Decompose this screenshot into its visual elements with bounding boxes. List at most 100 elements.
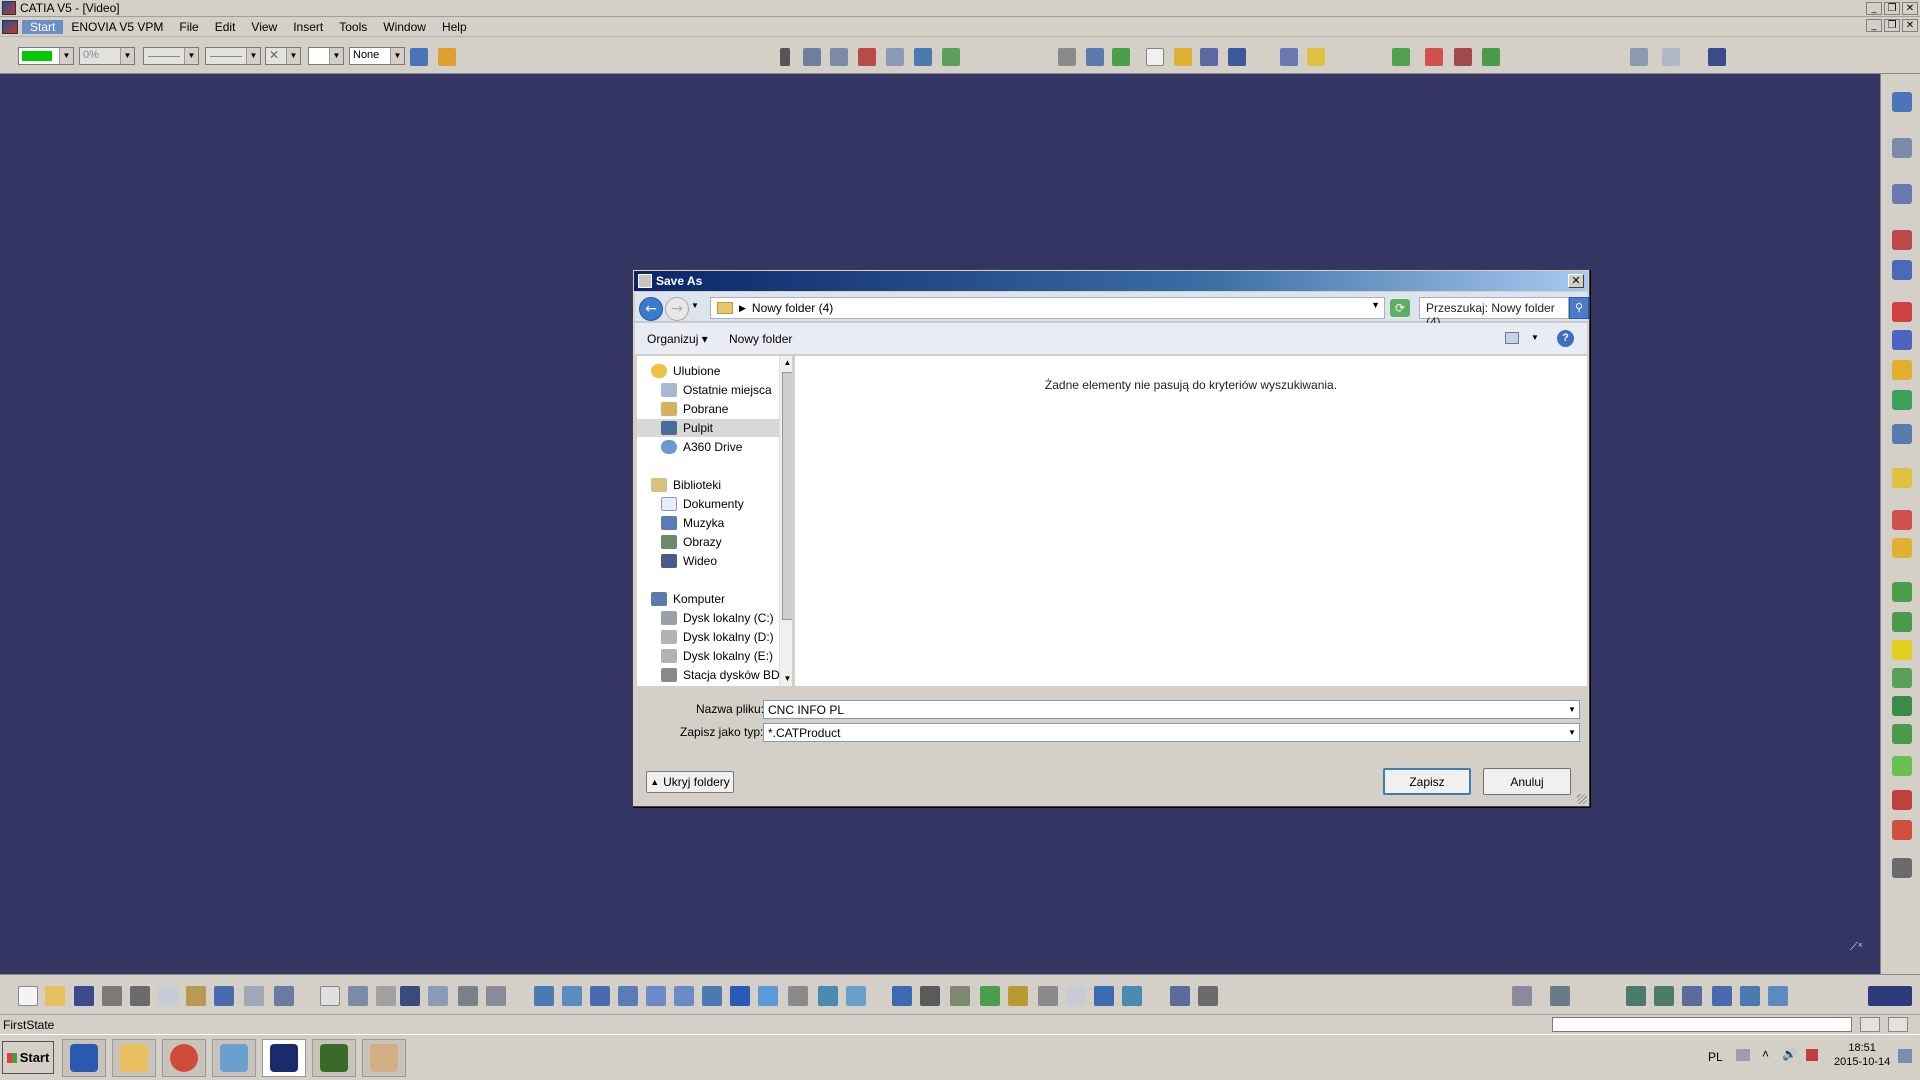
fit-all-icon[interactable] xyxy=(562,986,582,1006)
design-table-icon[interactable] xyxy=(486,986,506,1006)
quick-constraint-icon[interactable] xyxy=(1892,510,1912,530)
linetype-combo[interactable]: ▼ xyxy=(143,47,199,65)
nav-scrollbar[interactable]: ▲ ▼ xyxy=(779,356,792,686)
isometric-view-icon[interactable] xyxy=(758,986,778,1006)
apply-material-icon[interactable] xyxy=(1066,986,1086,1006)
measure-between-icon[interactable] xyxy=(1008,986,1028,1006)
nav-desktop[interactable]: Pulpit xyxy=(637,419,779,437)
publish-icon[interactable] xyxy=(1708,48,1726,66)
menu-window[interactable]: Window xyxy=(375,20,434,34)
flexible-icon[interactable] xyxy=(1892,538,1912,558)
manipulation-icon[interactable] xyxy=(1550,986,1570,1006)
annotation-icon[interactable] xyxy=(1740,986,1760,1006)
offset-icon[interactable] xyxy=(1892,360,1912,380)
view-front-icon[interactable] xyxy=(1626,986,1646,1006)
thickness-combo[interactable]: ▼ xyxy=(205,47,261,65)
grid-icon[interactable] xyxy=(920,986,940,1006)
doc-minimize-button[interactable]: _ xyxy=(1866,19,1882,32)
text-icon[interactable] xyxy=(1892,724,1912,744)
new-folder-button[interactable]: Nowy folder xyxy=(729,332,792,346)
address-bar[interactable]: ▶ Nowy folder (4) ▼ xyxy=(710,297,1385,319)
rotate-icon[interactable] xyxy=(618,986,638,1006)
nav-computer[interactable]: Komputer xyxy=(651,590,725,608)
view-icon[interactable] xyxy=(1892,696,1912,716)
action-center-icon[interactable] xyxy=(1806,1049,1818,1061)
menu-insert[interactable]: Insert xyxy=(285,20,331,34)
product-icon[interactable] xyxy=(858,48,876,66)
flag-note-icon[interactable] xyxy=(1892,756,1912,776)
rendering-icon[interactable] xyxy=(1682,986,1702,1006)
cut-icon[interactable] xyxy=(130,986,150,1006)
sectioning-icon[interactable] xyxy=(1892,640,1912,660)
scroll-down-icon[interactable]: ▼ xyxy=(780,672,792,686)
view-back-icon[interactable] xyxy=(1654,986,1674,1006)
save-icon[interactable] xyxy=(74,986,94,1006)
command-input[interactable] xyxy=(1552,1017,1852,1032)
smart-move-icon[interactable] xyxy=(1112,48,1130,66)
minimize-button[interactable]: _ xyxy=(1866,1,1882,15)
taskbar-nvidia[interactable] xyxy=(312,1039,356,1077)
filename-field[interactable]: CNC INFO PL ▼ xyxy=(763,700,1580,719)
chevron-down-icon[interactable]: ▼ xyxy=(1565,724,1579,741)
painter-icon[interactable] xyxy=(410,48,428,66)
law-icon[interactable] xyxy=(376,986,396,1006)
paste-icon[interactable] xyxy=(186,986,206,1006)
measure-item-icon[interactable] xyxy=(980,986,1000,1006)
resize-grip-icon[interactable] xyxy=(1577,794,1587,804)
file-list-pane[interactable]: Żadne elementy nie pasują do kryteriów w… xyxy=(795,356,1587,686)
change-constraint-icon[interactable] xyxy=(1892,612,1912,632)
nav-libraries[interactable]: Biblioteki xyxy=(651,476,721,494)
bom-icon[interactable] xyxy=(1630,48,1648,66)
nav-drive-e[interactable]: Dysk lokalny (E:) xyxy=(661,647,773,665)
new-icon[interactable] xyxy=(18,986,38,1006)
snap-icon[interactable] xyxy=(1086,48,1104,66)
menu-view[interactable]: View xyxy=(243,20,285,34)
compass-icon[interactable] xyxy=(1512,986,1532,1006)
chevron-down-icon[interactable]: ▼ xyxy=(120,48,134,64)
image-capture-icon[interactable] xyxy=(1122,986,1142,1006)
menu-tools[interactable]: Tools xyxy=(331,20,375,34)
existing-component-icon[interactable] xyxy=(914,48,932,66)
zoom-out-icon[interactable] xyxy=(674,986,694,1006)
nav-videos[interactable]: Wideo xyxy=(661,552,717,570)
help-icon[interactable]: ? xyxy=(1557,330,1574,347)
menu-enovia[interactable]: ENOVIA V5 VPM xyxy=(63,20,171,34)
cancel-button[interactable]: Anuluj xyxy=(1483,768,1571,795)
properties-painter-icon[interactable] xyxy=(438,48,456,66)
measure-icon[interactable] xyxy=(1892,858,1912,878)
clock[interactable]: 18:51 2015-10-14 xyxy=(1834,1041,1890,1069)
clash-icon[interactable] xyxy=(1200,48,1218,66)
menu-edit[interactable]: Edit xyxy=(207,20,244,34)
breadcrumb-current[interactable]: Nowy folder (4) xyxy=(752,301,833,315)
doc-close-button[interactable]: ✕ xyxy=(1902,19,1918,32)
document-menu-icon[interactable] xyxy=(2,19,18,34)
point-type-combo[interactable]: ✕ ▼ xyxy=(265,47,301,65)
breadcrumb-separator-icon[interactable]: ▶ xyxy=(739,303,746,314)
color-combo[interactable]: ▼ xyxy=(18,47,74,65)
recent-pages-chevron-icon[interactable]: ▼ xyxy=(691,301,699,310)
forward-button[interactable]: → xyxy=(665,297,689,321)
print-icon[interactable] xyxy=(102,986,122,1006)
nav-music[interactable]: Muzyka xyxy=(661,514,724,532)
stop-command-icon[interactable] xyxy=(1860,1017,1880,1032)
document-icon[interactable] xyxy=(1892,260,1912,280)
shading-icon[interactable] xyxy=(788,986,808,1006)
chevron-down-icon[interactable]: ▼ xyxy=(329,48,343,64)
coincidence-icon[interactable] xyxy=(1892,302,1912,322)
restore-button[interactable]: ❐ xyxy=(1884,1,1900,15)
nav-bd-drive[interactable]: Stacja dysków BD-R xyxy=(661,666,792,684)
open-icon[interactable] xyxy=(45,986,65,1006)
start-button[interactable]: Start xyxy=(2,1041,54,1074)
catalog-icon[interactable] xyxy=(1662,48,1680,66)
address-dropdown-icon[interactable]: ▼ xyxy=(1371,300,1380,310)
chevron-down-icon[interactable]: ▼ xyxy=(246,48,260,64)
new-component-icon[interactable] xyxy=(1892,92,1912,112)
pan-icon[interactable] xyxy=(590,986,610,1006)
measure-icon[interactable] xyxy=(1454,48,1472,66)
axis-system-icon[interactable] xyxy=(950,986,970,1006)
show-hidden-icons-chevron[interactable]: ˄ xyxy=(1762,1047,1769,1061)
scene-icon[interactable] xyxy=(1482,48,1500,66)
redo-icon[interactable] xyxy=(244,986,264,1006)
taskbar-catia[interactable] xyxy=(262,1039,306,1077)
analysis-icon[interactable] xyxy=(1228,48,1246,66)
